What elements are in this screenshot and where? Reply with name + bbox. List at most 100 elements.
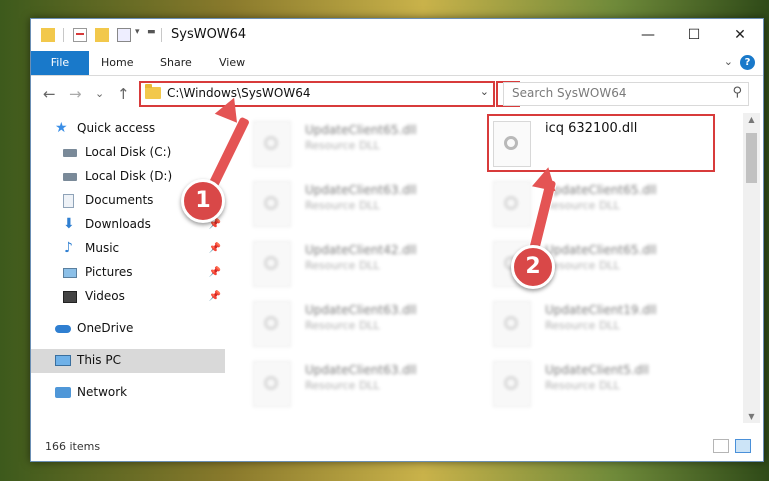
list-item[interactable]: UpdateClient19.dll Resource DLL [483, 295, 719, 351]
target-file-highlight [487, 114, 715, 172]
sidebar-item-label: Quick access [77, 121, 156, 135]
status-bar: 166 items [31, 435, 763, 459]
sidebar-item-label: Downloads [85, 217, 151, 231]
vertical-scrollbar[interactable]: ▲ ▼ [743, 113, 760, 423]
sidebar-item-label: OneDrive [77, 321, 134, 335]
star-icon: ★ [55, 120, 68, 136]
sidebar-item-onedrive[interactable]: OneDrive [31, 317, 225, 341]
video-icon [63, 291, 77, 303]
pin-icon[interactable]: 📌 [209, 267, 221, 278]
file-type: Resource DLL [545, 379, 620, 392]
list-item[interactable]: UpdateClient65.dll Resource DLL [243, 115, 479, 171]
sidebar-item-music[interactable]: ♪ Music 📌 [31, 237, 225, 261]
dll-file-icon [253, 361, 291, 407]
recent-locations-icon[interactable]: ⌄ [95, 87, 104, 100]
forward-arrow-icon[interactable]: → [69, 85, 82, 103]
tab-file[interactable]: File [31, 51, 89, 75]
quick-access-menu-icon[interactable]: ▬ [147, 27, 156, 37]
sidebar-item-label: Local Disk (D:) [85, 169, 173, 183]
search-icon: ⚲ [732, 85, 742, 100]
tab-share[interactable]: Share [160, 51, 192, 75]
dll-file-icon [253, 121, 291, 167]
sidebar-item-network[interactable]: Network [31, 381, 225, 405]
file-name: UpdateClient19.dll [545, 303, 657, 317]
address-bar[interactable]: C:\Windows\SysWOW64 ⌄ [139, 81, 495, 107]
search-placeholder: Search SysWOW64 [512, 86, 627, 100]
sidebar-item-pictures[interactable]: Pictures 📌 [31, 261, 225, 285]
new-folder-icon[interactable] [95, 28, 109, 42]
file-type: Resource DLL [305, 379, 380, 392]
sidebar-item-label: Local Disk (C:) [85, 145, 172, 159]
customize-toolbar-icon[interactable] [117, 28, 131, 42]
sidebar-item-label: Network [77, 385, 128, 399]
drive-icon [63, 149, 77, 157]
folder-icon [41, 28, 55, 42]
sidebar-item-quick-access[interactable]: ★ Quick access [31, 117, 225, 141]
file-name: UpdateClient63.dll [305, 303, 417, 317]
file-name: UpdateClient63.dll [305, 363, 417, 377]
tab-home[interactable]: Home [101, 51, 133, 75]
file-type: Resource DLL [545, 199, 620, 212]
navigation-pane: ★ Quick access Local Disk (C:) Local Dis… [31, 113, 225, 423]
scroll-down-icon[interactable]: ▼ [743, 412, 760, 421]
tab-view[interactable]: View [219, 51, 245, 75]
up-arrow-icon[interactable]: ↑ [117, 85, 130, 103]
back-arrow-icon[interactable]: ← [43, 85, 56, 103]
file-name: UpdateClient5.dll [545, 363, 649, 377]
chevron-down-icon[interactable]: ⌄ [480, 85, 489, 98]
download-icon: ⬇ [63, 216, 75, 232]
item-count: 166 items [45, 440, 101, 453]
file-type: Resource DLL [305, 199, 380, 212]
expand-ribbon-icon[interactable]: ⌄ [724, 55, 733, 68]
divider [63, 28, 64, 42]
navigation-bar: ← → ⌄ ↑ C:\Windows\SysWOW64 ⌄ ↻ Search S… [31, 76, 763, 112]
folder-icon [145, 84, 161, 99]
file-list: UpdateClient65.dll Resource DLL UpdateCl… [235, 113, 741, 423]
pin-icon[interactable]: 📌 [209, 243, 221, 254]
file-name: UpdateClient63.dll [305, 183, 417, 197]
chevron-down-icon[interactable]: ▾ [135, 27, 140, 37]
computer-icon [55, 355, 71, 366]
title-bar: ▾ ▬ SysWOW64 — ☐ ✕ [31, 19, 763, 51]
file-name: UpdateClient65.dll [545, 243, 657, 257]
properties-icon[interactable] [73, 28, 87, 42]
dll-file-icon [253, 301, 291, 347]
scrollbar-thumb[interactable] [746, 133, 757, 183]
sidebar-item-local-disk-c[interactable]: Local Disk (C:) [31, 141, 225, 165]
pictures-icon [63, 268, 77, 278]
dll-file-icon [493, 361, 531, 407]
step-badge-2: 2 [511, 245, 555, 289]
file-name: UpdateClient42.dll [305, 243, 417, 257]
file-type: Resource DLL [545, 259, 620, 272]
list-item[interactable]: UpdateClient63.dll Resource DLL [243, 355, 479, 411]
dll-file-icon [253, 241, 291, 287]
sidebar-item-label: Pictures [85, 265, 133, 279]
dll-file-icon [493, 181, 531, 227]
drive-icon [63, 173, 77, 181]
sidebar-item-videos[interactable]: Videos 📌 [31, 285, 225, 309]
dll-file-icon [493, 301, 531, 347]
list-item[interactable]: UpdateClient63.dll Resource DLL [243, 175, 479, 231]
sidebar-item-label: This PC [77, 353, 121, 367]
sidebar-item-label: Music [85, 241, 120, 255]
list-item[interactable]: UpdateClient42.dll Resource DLL [243, 235, 479, 291]
large-icons-view-icon[interactable] [735, 439, 751, 453]
help-icon[interactable]: ? [740, 55, 755, 70]
details-view-icon[interactable] [713, 439, 729, 453]
maximize-button[interactable]: ☐ [671, 19, 717, 51]
window-title: SysWOW64 [171, 27, 247, 42]
pin-icon[interactable]: 📌 [209, 291, 221, 302]
search-input[interactable]: Search SysWOW64 ⚲ [503, 82, 749, 106]
step-badge-1: 1 [181, 179, 225, 223]
close-button[interactable]: ✕ [717, 19, 763, 51]
ribbon-tabs: File Home Share View ⌄ ? [31, 51, 763, 76]
list-item[interactable]: UpdateClient65.dll Resource DLL [483, 175, 719, 231]
file-type: Resource DLL [305, 259, 380, 272]
sidebar-item-this-pc[interactable]: This PC [31, 349, 225, 373]
scroll-up-icon[interactable]: ▲ [743, 115, 760, 124]
list-item[interactable]: UpdateClient5.dll Resource DLL [483, 355, 719, 411]
sidebar-item-label: Documents [85, 193, 154, 207]
minimize-button[interactable]: — [625, 19, 671, 51]
list-item[interactable]: UpdateClient63.dll Resource DLL [243, 295, 479, 351]
address-path: C:\Windows\SysWOW64 [167, 86, 311, 100]
